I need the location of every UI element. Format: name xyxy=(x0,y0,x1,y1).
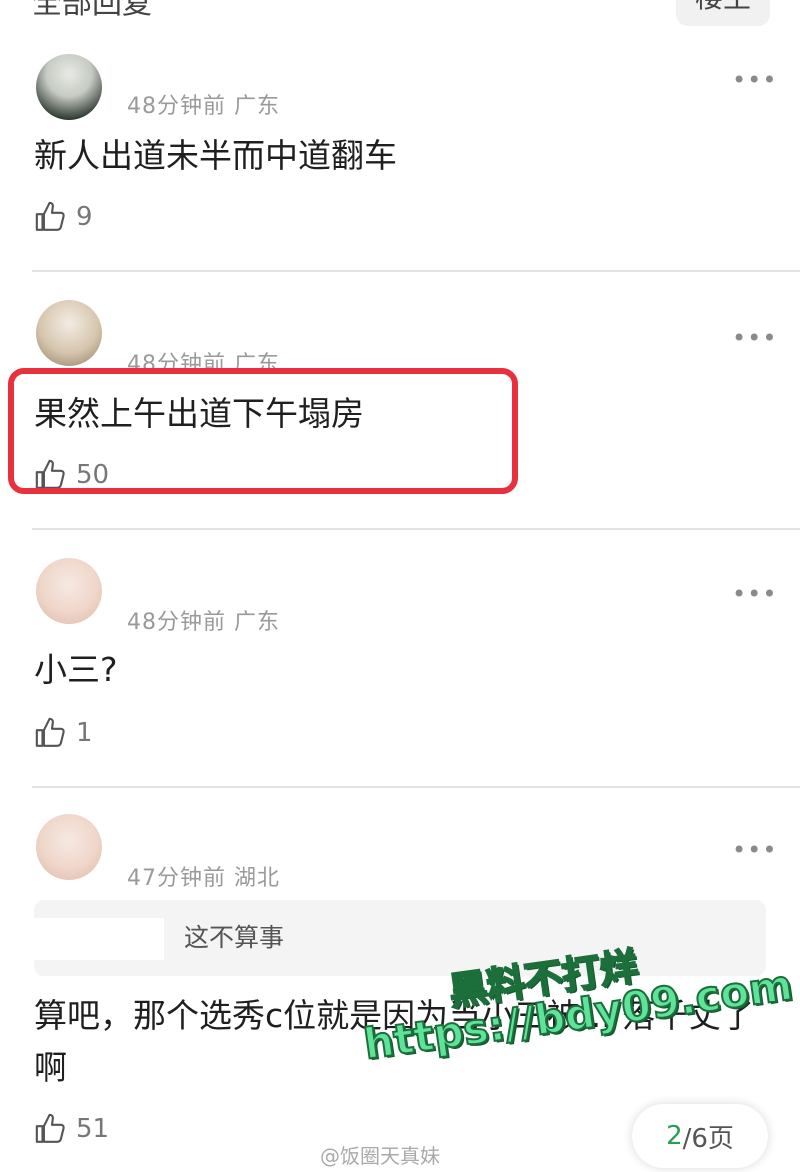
comment-text: 新人出道未半而中道翻车 xyxy=(34,136,397,175)
like-button[interactable]: 9 xyxy=(34,200,93,234)
more-dots-icon[interactable]: ••• xyxy=(732,66,777,94)
like-button[interactable]: 51 xyxy=(34,1112,109,1146)
divider xyxy=(32,270,800,272)
weibo-credit: @饭圈天真妹 xyxy=(320,1144,440,1168)
comment-meta: 48分钟前 广东 xyxy=(127,610,280,635)
page-title: 全部回复 xyxy=(32,0,152,21)
more-dots-icon[interactable]: ••• xyxy=(732,836,777,864)
page-indicator[interactable]: 2 /6页 xyxy=(632,1104,768,1168)
more-dots-icon[interactable]: ••• xyxy=(732,324,777,352)
like-count: 9 xyxy=(76,202,93,232)
redaction-mask xyxy=(34,918,164,960)
avatar[interactable] xyxy=(36,558,102,624)
thumbs-up-icon xyxy=(35,1113,65,1143)
like-count: 1 xyxy=(76,718,93,748)
avatar[interactable] xyxy=(36,300,102,366)
quoted-reply[interactable]: 这不算事 xyxy=(34,900,766,976)
total-pages: /6页 xyxy=(682,1123,734,1154)
top-bar: 全部回复 楼主 xyxy=(0,0,800,26)
divider xyxy=(32,528,800,530)
divider xyxy=(32,786,800,788)
more-dots-icon[interactable]: ••• xyxy=(732,580,777,608)
like-count: 51 xyxy=(76,1114,110,1144)
comment-meta: 48分钟前 广东 xyxy=(127,94,280,119)
highlight-box xyxy=(8,368,518,494)
thumbs-up-icon xyxy=(35,717,65,747)
thumbs-up-icon xyxy=(35,201,65,231)
comment-text: 小三? xyxy=(34,650,118,689)
current-page: 2 xyxy=(666,1121,683,1151)
quote-text: 这不算事 xyxy=(184,923,285,952)
avatar[interactable] xyxy=(36,54,102,120)
op-filter-button[interactable]: 楼主 xyxy=(676,0,770,26)
avatar[interactable] xyxy=(36,814,102,880)
like-button[interactable]: 1 xyxy=(34,716,93,750)
comment-meta: 47分钟前 湖北 xyxy=(127,866,280,891)
